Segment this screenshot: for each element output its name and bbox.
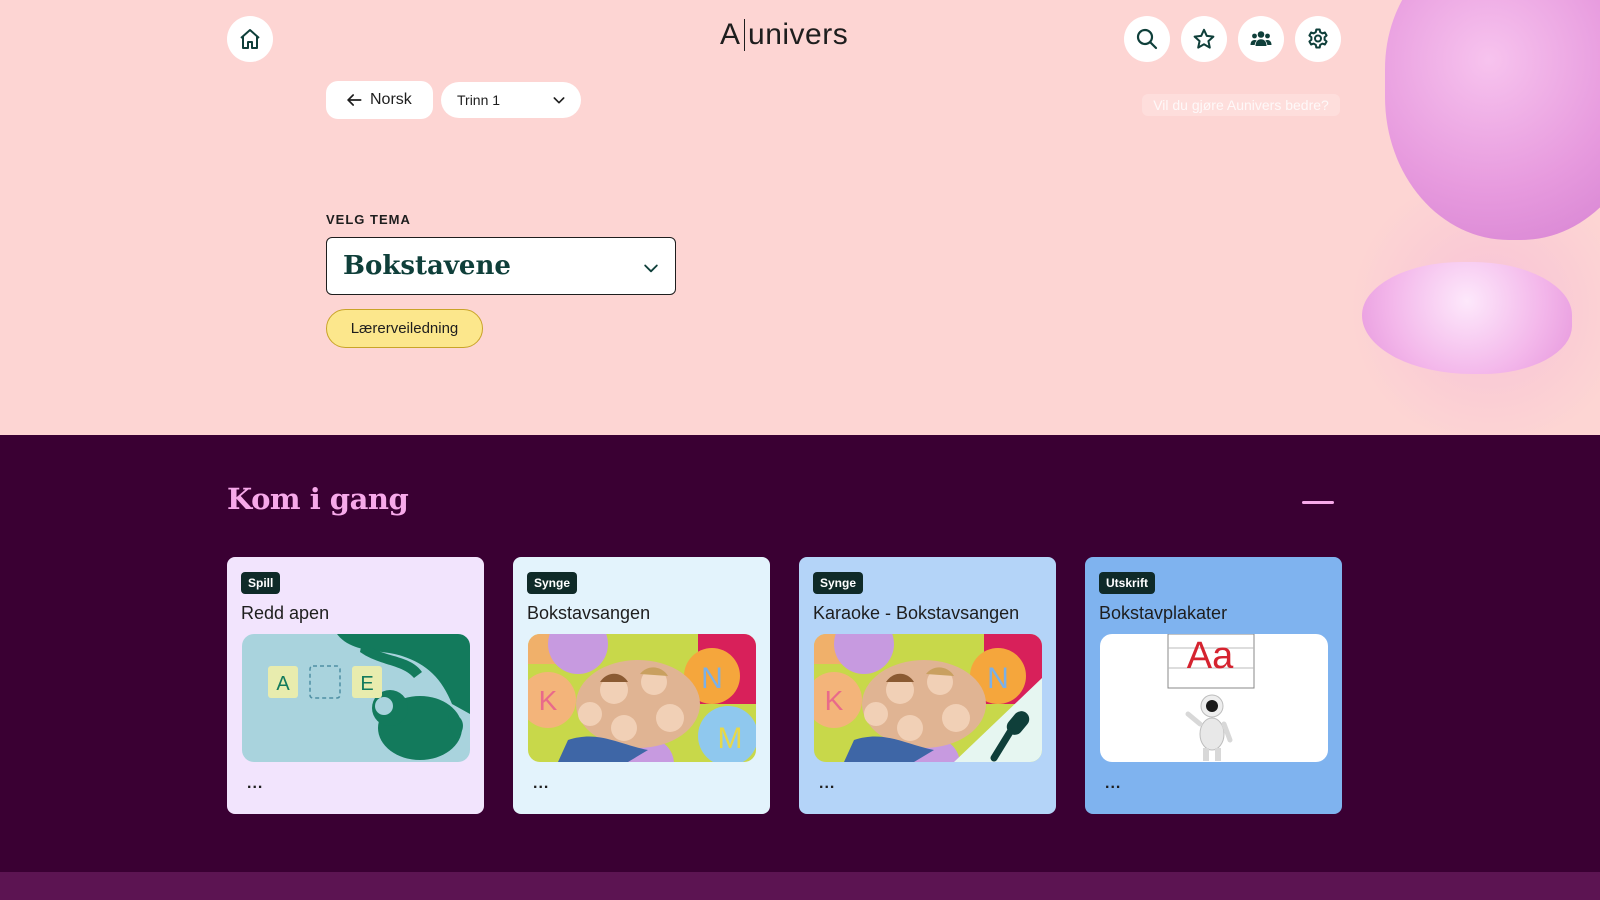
- thumb-letter-n: N: [987, 662, 1009, 695]
- thumb-letter-e: E: [360, 673, 373, 695]
- thumb-letter-a: A: [276, 673, 290, 695]
- card-redd-apen[interactable]: Spill Redd apen A E ...: [227, 557, 484, 814]
- hero-section: A univers Norsk Trinn 1 Vil du gjøre Aun…: [0, 0, 1600, 435]
- thumb-letter-k: K: [825, 685, 844, 716]
- poster-letters: Aa: [1187, 635, 1234, 677]
- search-icon: [1136, 28, 1158, 50]
- grade-select[interactable]: Trinn 1: [441, 82, 581, 118]
- back-button-label: Norsk: [370, 91, 412, 108]
- card-tag: Synge: [527, 572, 578, 594]
- back-to-norsk-button[interactable]: Norsk: [326, 81, 433, 119]
- gear-icon: [1308, 28, 1328, 49]
- card-thumbnail-photo: K N M: [528, 634, 756, 762]
- groups-button[interactable]: [1238, 16, 1284, 62]
- theme-select-value: Bokstavene: [343, 251, 511, 281]
- footer-band: [0, 872, 1600, 900]
- users-icon: [1250, 31, 1272, 46]
- grade-select-value: Trinn 1: [457, 92, 501, 108]
- card-thumbnail-photo: K N: [814, 634, 1042, 762]
- card-bokstavsangen[interactable]: Synge Bokstavsangen K N M ...: [513, 557, 770, 814]
- logo-letter: A: [720, 18, 741, 51]
- card-more-button[interactable]: ...: [819, 775, 835, 793]
- card-more-button[interactable]: ...: [1105, 775, 1121, 793]
- theme-select-label: VELG TEMA: [326, 212, 411, 227]
- favorites-button[interactable]: [1181, 16, 1227, 62]
- collapse-section-button[interactable]: [1296, 488, 1340, 516]
- theme-select[interactable]: Bokstavene: [326, 237, 676, 295]
- arrow-left-icon: [347, 94, 362, 106]
- card-title: Karaoke - Bokstavsangen: [813, 603, 1020, 623]
- aunivers-logo[interactable]: A univers: [720, 18, 848, 52]
- card-bokstavplakater[interactable]: Utskrift Bokstavplakater Aa ...: [1085, 557, 1342, 814]
- card-karaoke-bokstavsangen[interactable]: Synge Karaoke - Bokstavsangen K N ...: [799, 557, 1056, 814]
- home-icon: [240, 29, 260, 49]
- card-title: Redd apen: [241, 603, 330, 623]
- feedback-link[interactable]: Vil du gjøre Aunivers bedre?: [1142, 94, 1340, 116]
- card-tag: Spill: [241, 572, 281, 594]
- card-more-button[interactable]: ...: [533, 775, 549, 793]
- minus-icon: [1302, 500, 1334, 504]
- star-icon: [1193, 28, 1215, 49]
- thumb-letter-k: K: [539, 685, 558, 716]
- card-tag: Utskrift: [1099, 572, 1156, 594]
- settings-button[interactable]: [1295, 16, 1341, 62]
- search-button[interactable]: [1124, 16, 1170, 62]
- home-button[interactable]: [227, 16, 273, 62]
- thumb-letter-m: M: [718, 722, 743, 755]
- card-more-button[interactable]: ...: [247, 775, 263, 793]
- card-title: Bokstavsangen: [527, 603, 651, 623]
- thumb-letter-n: N: [701, 662, 723, 695]
- chevron-down-icon: [644, 264, 658, 273]
- section-title: Kom i gang: [227, 482, 409, 516]
- card-thumbnail-game: A E: [242, 634, 470, 762]
- logo-divider: [743, 19, 746, 51]
- teacher-guide-button[interactable]: Lærerveiledning: [326, 309, 483, 348]
- logo-word: univers: [748, 18, 849, 51]
- chevron-down-icon: [553, 97, 565, 104]
- card-title: Bokstavplakater: [1099, 603, 1228, 623]
- card-thumbnail-poster: Aa: [1100, 634, 1328, 762]
- card-tag: Synge: [813, 572, 864, 594]
